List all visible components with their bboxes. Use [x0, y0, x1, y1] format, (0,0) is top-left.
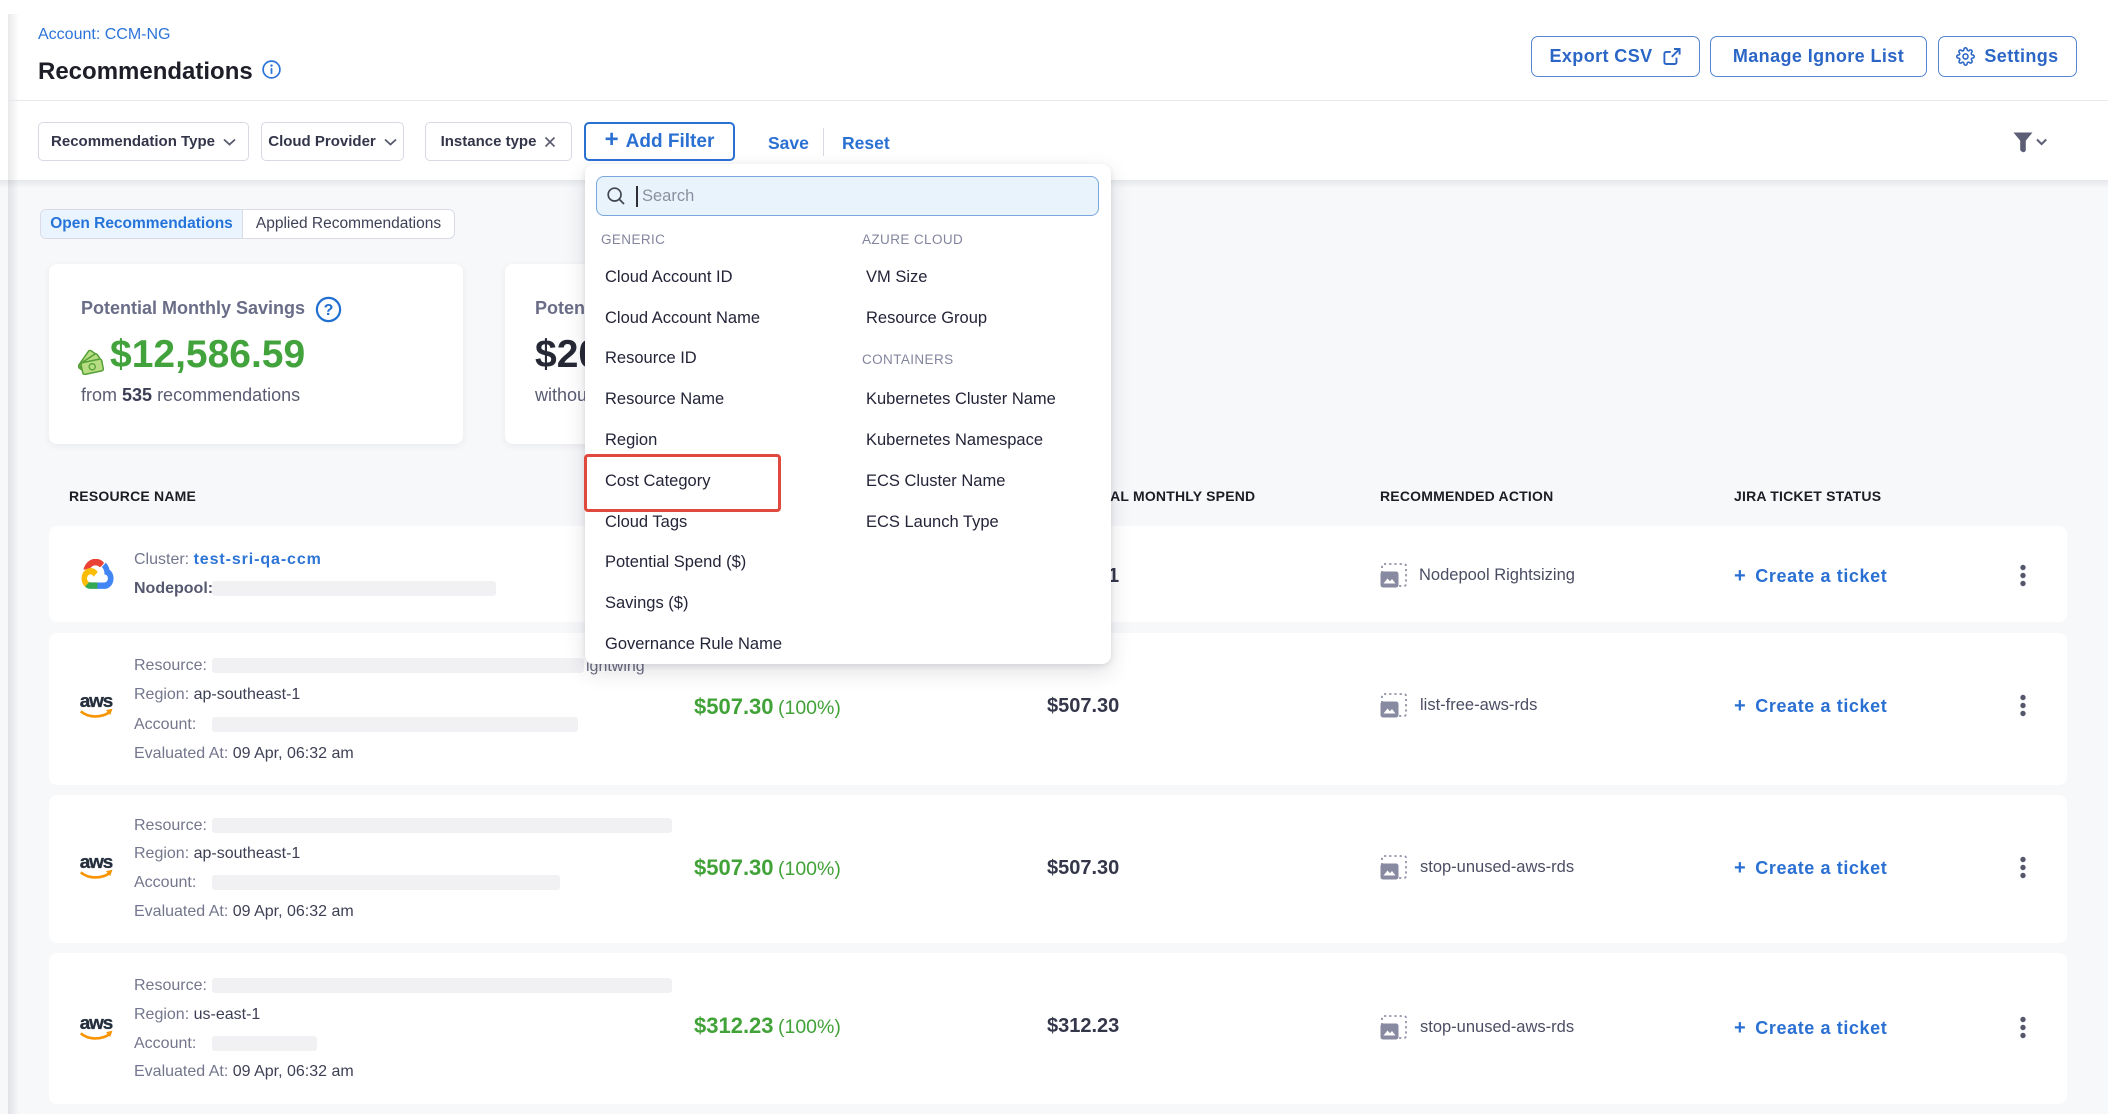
svg-text:?: ? [324, 302, 334, 319]
svg-text:aws: aws [80, 852, 113, 873]
svg-text:aws: aws [80, 1013, 113, 1034]
svg-text:aws: aws [80, 691, 113, 712]
